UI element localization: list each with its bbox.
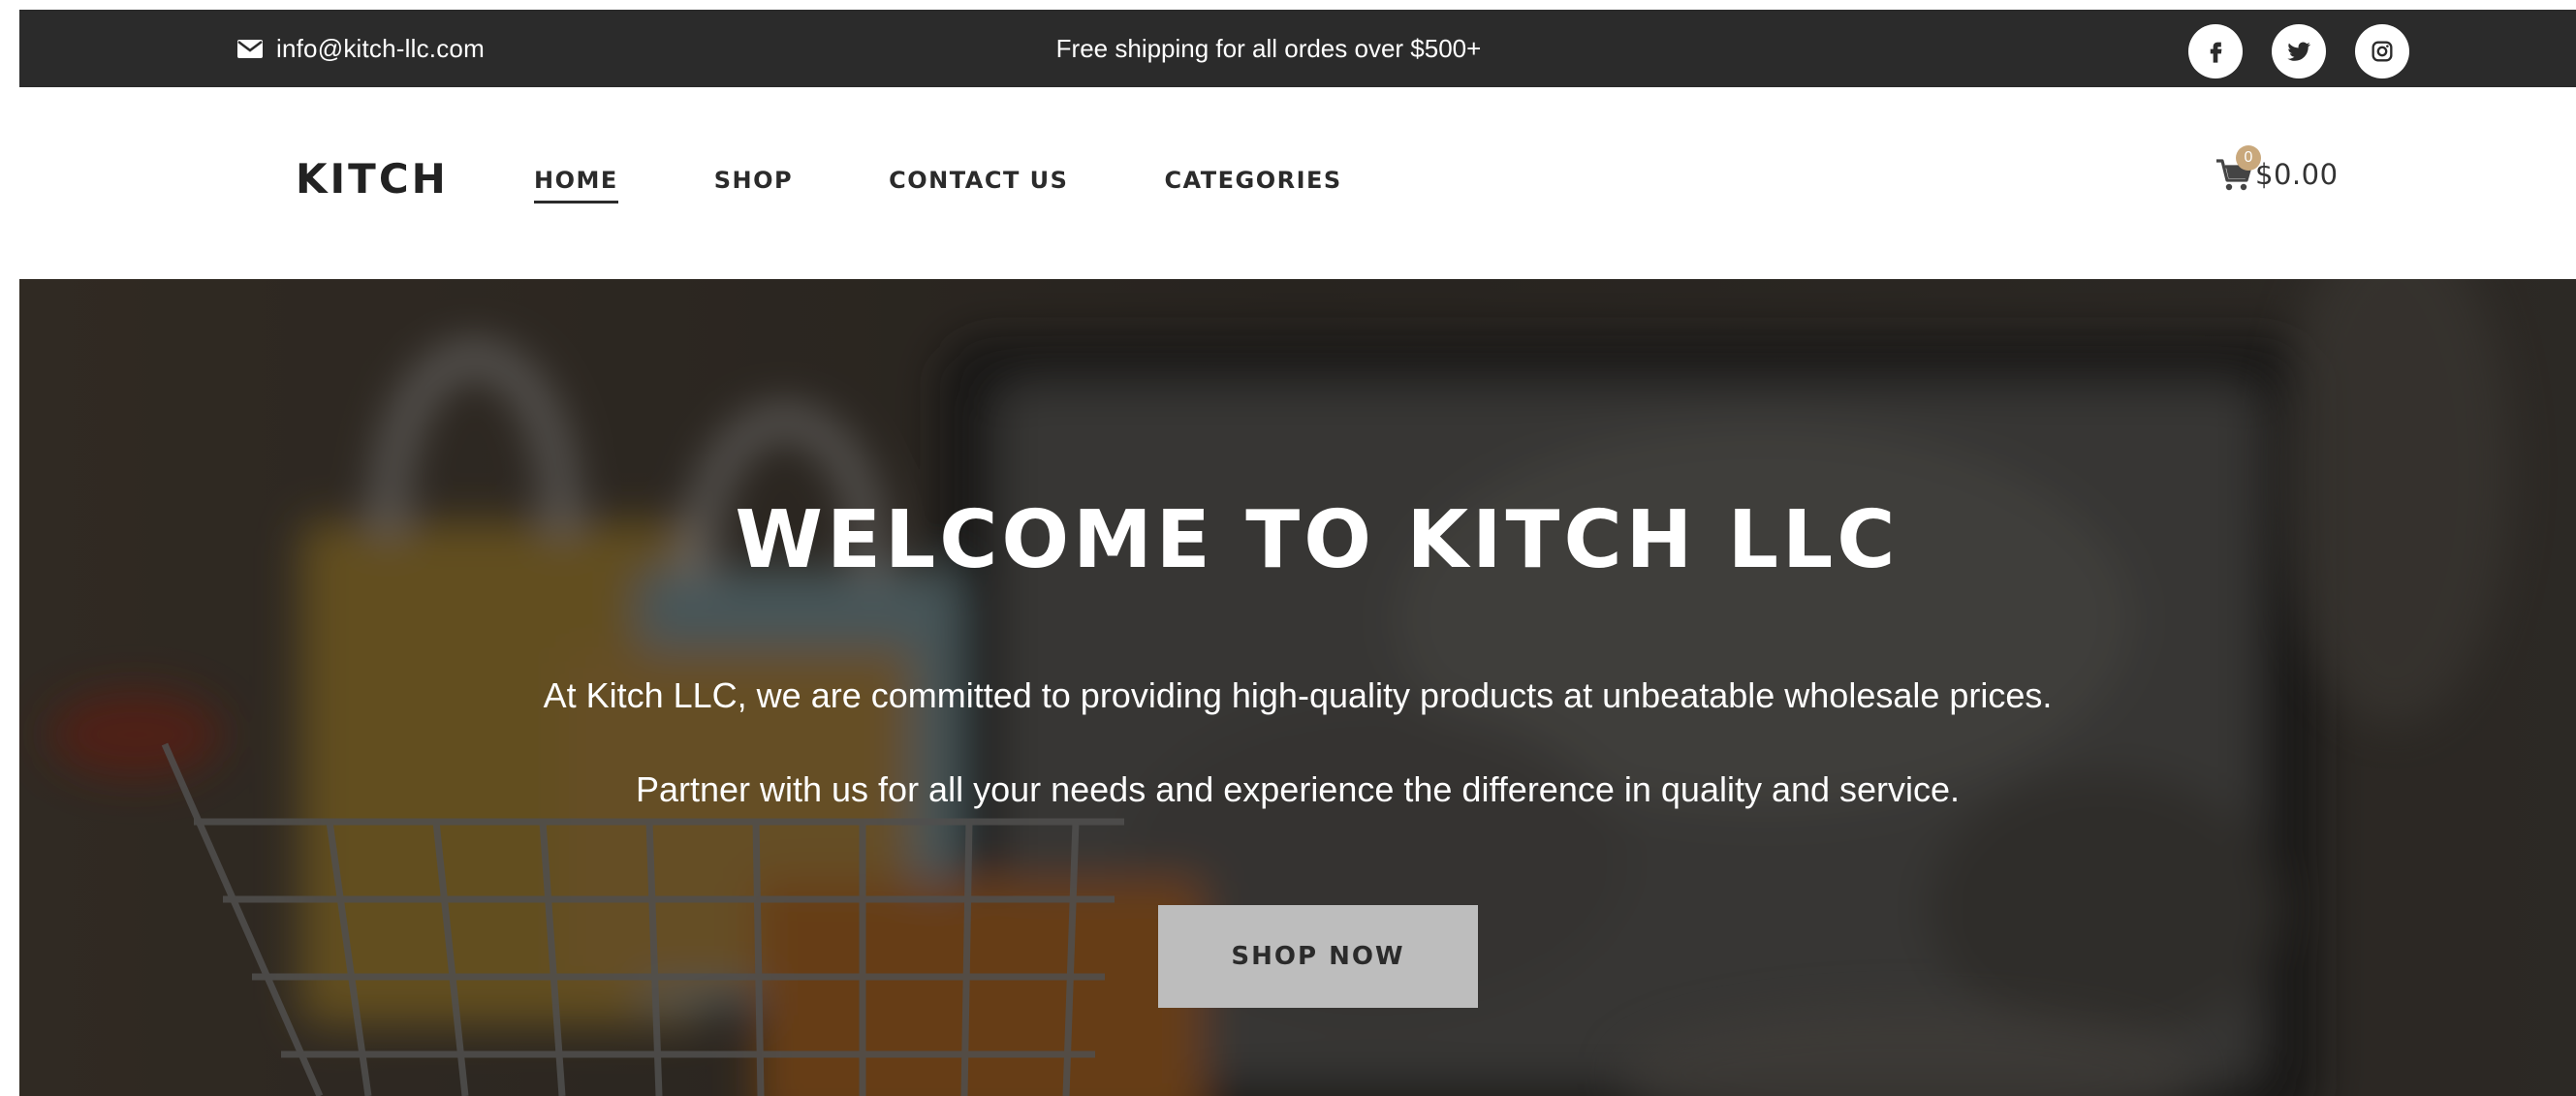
cart-icon-wrapper: 0: [2215, 145, 2261, 194]
hero-description-line-1: At Kitch LLC, we are committed to provid…: [543, 675, 2053, 715]
facebook-icon[interactable]: [2188, 24, 2243, 78]
page: info@kitch-llc.com Free shipping for all…: [19, 10, 2576, 1096]
hero-title: WELCOME TO KITCH LLC: [735, 494, 1900, 586]
site-logo[interactable]: KITCH: [296, 155, 449, 203]
nav-item-categories[interactable]: CATEGORIES: [1164, 167, 1341, 204]
nav-menu: HOME SHOP CONTACT US CATEGORIES: [534, 167, 1342, 204]
nav-item-shop[interactable]: SHOP: [714, 167, 793, 204]
top-bar: info@kitch-llc.com Free shipping for all…: [19, 10, 2576, 87]
cart-count-badge: 0: [2236, 145, 2261, 171]
shipping-text: Free shipping for all ordes over $500+: [1055, 33, 1482, 63]
nav-item-contact-us[interactable]: CONTACT US: [889, 167, 1068, 204]
social-links: [2188, 24, 2409, 78]
hero-banner: WELCOME TO KITCH LLC At Kitch LLC, we ar…: [19, 279, 2576, 1096]
instagram-icon[interactable]: [2355, 24, 2409, 78]
cart-total: $0.00: [2255, 158, 2339, 191]
cart-button[interactable]: 0 $0.00: [2215, 145, 2339, 194]
shop-now-button[interactable]: SHOP NOW: [1158, 905, 1478, 1008]
hero-description-line-2: Partner with us for all your needs and e…: [635, 769, 1961, 809]
nav-item-home[interactable]: HOME: [534, 167, 618, 204]
main-navigation: KITCH HOME SHOP CONTACT US CATEGORIES 0 …: [19, 87, 2576, 279]
twitter-icon[interactable]: [2272, 24, 2326, 78]
